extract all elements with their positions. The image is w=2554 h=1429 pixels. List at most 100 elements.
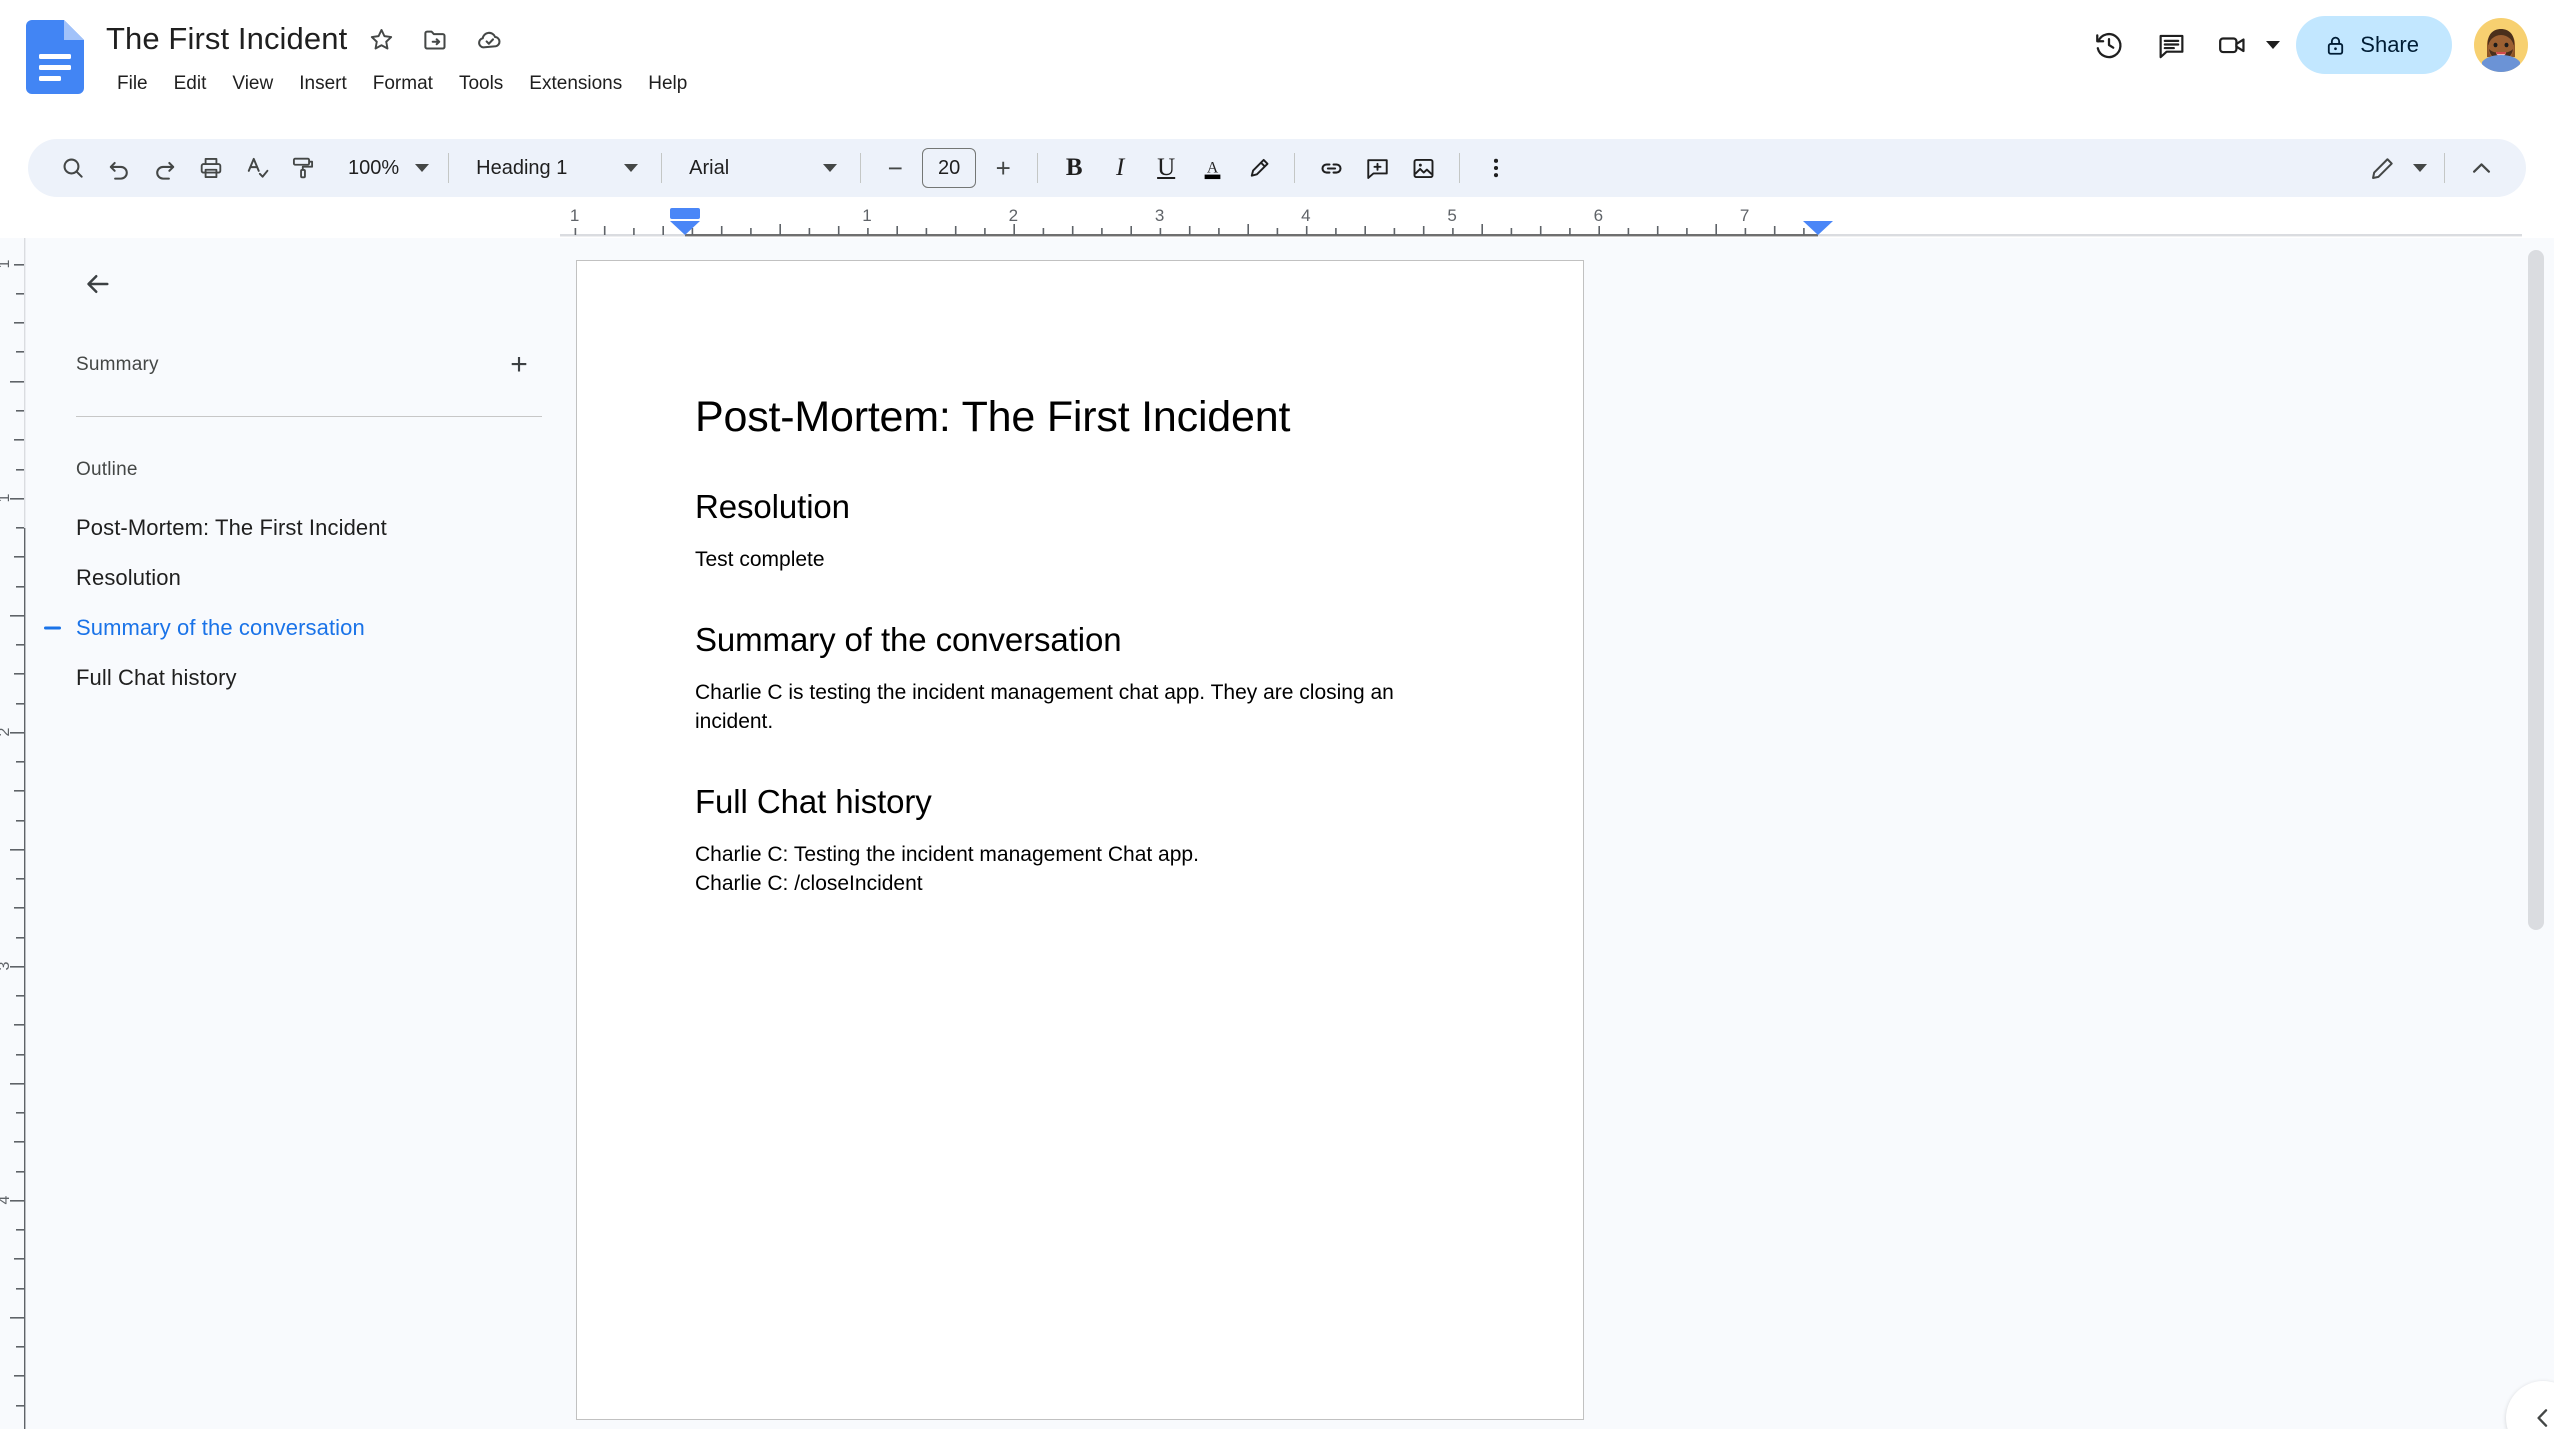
header-actions: Share bbox=[2078, 14, 2528, 76]
ruler-tick-label: 7 bbox=[1740, 206, 1749, 225]
share-button[interactable]: Share bbox=[2296, 16, 2452, 74]
summary-section-header: Summary + bbox=[76, 344, 542, 386]
document-body[interactable]: Post-Mortem: The First Incident Resoluti… bbox=[577, 261, 1583, 899]
vruler-tick-label: 3 bbox=[0, 961, 13, 970]
outline-item-resolution[interactable]: Resolution bbox=[76, 553, 542, 603]
doc-heading-1[interactable]: Post-Mortem: The First Incident bbox=[695, 393, 1465, 442]
vruler-tick-label: 1 bbox=[0, 493, 13, 502]
document-canvas[interactable]: Post-Mortem: The First Incident Resoluti… bbox=[576, 238, 2554, 1429]
text-color-button[interactable]: A bbox=[1189, 145, 1235, 191]
search-icon[interactable] bbox=[50, 145, 96, 191]
doc-paragraph-summary[interactable]: Charlie C is testing the incident manage… bbox=[695, 679, 1465, 737]
summary-label: Summary bbox=[76, 354, 159, 375]
avatar[interactable] bbox=[2474, 18, 2528, 72]
doc-paragraph-chat-2[interactable]: Charlie C: /closeIncident bbox=[695, 870, 1465, 899]
paragraph-style-dropdown[interactable]: Heading 1 bbox=[462, 147, 648, 189]
menu-item-extensions[interactable]: Extensions bbox=[516, 68, 635, 100]
toolbar-divider bbox=[1294, 153, 1296, 183]
underline-button[interactable]: U bbox=[1143, 145, 1189, 191]
insert-link-icon[interactable] bbox=[1308, 145, 1354, 191]
version-history-icon[interactable] bbox=[2078, 14, 2140, 76]
doc-heading-summary[interactable]: Summary of the conversation bbox=[695, 621, 1465, 659]
menu-item-help[interactable]: Help bbox=[635, 68, 700, 100]
comment-history-icon[interactable] bbox=[2140, 14, 2202, 76]
vertical-ruler[interactable]: 1 1 2 3 4 bbox=[0, 238, 28, 1429]
zoom-control[interactable]: 100% bbox=[334, 147, 435, 189]
right-indent-marker bbox=[1803, 221, 1833, 235]
toolbar-divider bbox=[860, 153, 862, 183]
add-summary-button[interactable]: + bbox=[498, 344, 540, 386]
outline-sidebar: Summary + Outline Post-Mortem: The First… bbox=[28, 238, 576, 1429]
menu-item-file[interactable]: File bbox=[104, 68, 161, 100]
ruler-tick-label: 2 bbox=[1009, 206, 1018, 225]
paint-format-icon[interactable] bbox=[280, 145, 326, 191]
menu-item-insert[interactable]: Insert bbox=[286, 68, 360, 100]
font-family-dropdown[interactable]: Arial bbox=[675, 147, 847, 189]
ruler-tick-label: 1 bbox=[570, 206, 579, 225]
more-options-icon[interactable] bbox=[1473, 145, 1519, 191]
scrollbar-thumb[interactable] bbox=[2528, 250, 2544, 930]
editing-mode-button[interactable] bbox=[2359, 145, 2431, 191]
collapse-menu-chevron-icon[interactable] bbox=[2458, 145, 2504, 191]
increase-font-size-button[interactable]: + bbox=[982, 147, 1024, 189]
menu-item-edit[interactable]: Edit bbox=[161, 68, 220, 100]
left-indent-marker bbox=[670, 208, 700, 235]
vruler-tick-label: 1 bbox=[0, 259, 13, 268]
doc-heading-resolution[interactable]: Resolution bbox=[695, 488, 1465, 526]
editing-mode-pencil-icon[interactable] bbox=[2359, 145, 2405, 191]
outline-item-summary-of-the-conversation[interactable]: Summary of the conversation bbox=[44, 603, 542, 653]
meet-camera-button[interactable] bbox=[2202, 14, 2281, 76]
print-icon[interactable] bbox=[188, 145, 234, 191]
outline-item-label: Post-Mortem: The First Incident bbox=[76, 515, 387, 540]
back-arrow-icon[interactable] bbox=[70, 256, 126, 312]
horizontal-ruler[interactable]: 1 1 2 3 4 5 6 7 bbox=[560, 204, 2522, 238]
decrease-font-size-button[interactable]: − bbox=[874, 147, 916, 189]
toolbar-divider bbox=[448, 153, 450, 183]
lock-icon bbox=[2324, 34, 2347, 57]
bold-button[interactable]: B bbox=[1051, 145, 1097, 191]
spellcheck-icon[interactable] bbox=[234, 145, 280, 191]
font-size-input[interactable]: 20 bbox=[922, 148, 977, 188]
move-to-folder-icon[interactable] bbox=[415, 19, 455, 59]
meet-camera-icon[interactable] bbox=[2202, 14, 2264, 76]
undo-icon[interactable] bbox=[96, 145, 142, 191]
doc-heading-chat-history[interactable]: Full Chat history bbox=[695, 783, 1465, 821]
add-comment-icon[interactable] bbox=[1354, 145, 1400, 191]
font-family-value: Arial bbox=[689, 156, 730, 179]
outline-item-label: Full Chat history bbox=[76, 665, 237, 690]
outline-item-full-chat-history[interactable]: Full Chat history bbox=[76, 653, 542, 703]
chevron-down-icon[interactable] bbox=[2266, 41, 2281, 49]
toolbar-divider bbox=[1459, 153, 1461, 183]
highlight-color-button[interactable] bbox=[1235, 145, 1281, 191]
redo-icon[interactable] bbox=[142, 145, 188, 191]
app-header: The First Incident File Edit View Insert… bbox=[0, 0, 2554, 132]
collapse-panel-chevron-icon[interactable] bbox=[2506, 1381, 2554, 1429]
menu-item-view[interactable]: View bbox=[219, 68, 286, 100]
outline-list: Post-Mortem: The First Incident Resoluti… bbox=[44, 503, 542, 703]
doc-paragraph-resolution[interactable]: Test complete bbox=[695, 546, 1465, 575]
outline-item-post-mortem[interactable]: Post-Mortem: The First Incident bbox=[76, 503, 542, 553]
menu-item-tools[interactable]: Tools bbox=[446, 68, 516, 100]
toolbar-divider bbox=[661, 153, 663, 183]
cloud-saved-icon[interactable] bbox=[469, 19, 509, 59]
ruler-tick-label: 3 bbox=[1155, 206, 1164, 225]
vertical-scrollbar[interactable] bbox=[2524, 238, 2548, 1429]
chevron-down-icon bbox=[415, 164, 430, 172]
page-title[interactable]: The First Incident bbox=[106, 21, 347, 57]
svg-text:A: A bbox=[1206, 159, 1218, 176]
main-toolbar: 100% Heading 1 Arial − 20 + B I U A bbox=[28, 139, 2526, 197]
chevron-down-icon bbox=[2413, 164, 2427, 172]
chevron-down-icon bbox=[624, 164, 639, 172]
star-icon[interactable] bbox=[361, 19, 401, 59]
share-button-label: Share bbox=[2360, 32, 2419, 57]
insert-image-icon[interactable] bbox=[1400, 145, 1446, 191]
docs-logo-icon[interactable] bbox=[26, 20, 84, 94]
italic-button[interactable]: I bbox=[1097, 145, 1143, 191]
toolbar-divider bbox=[1037, 153, 1039, 183]
ruler-tick-label: 1 bbox=[862, 206, 871, 225]
document-page[interactable]: Post-Mortem: The First Incident Resoluti… bbox=[576, 260, 1584, 1420]
font-size-stepper: − 20 + bbox=[874, 147, 1024, 189]
doc-paragraph-chat-1[interactable]: Charlie C: Testing the incident manageme… bbox=[695, 841, 1465, 870]
sidebar-divider bbox=[76, 416, 542, 417]
menu-item-format[interactable]: Format bbox=[360, 68, 446, 100]
